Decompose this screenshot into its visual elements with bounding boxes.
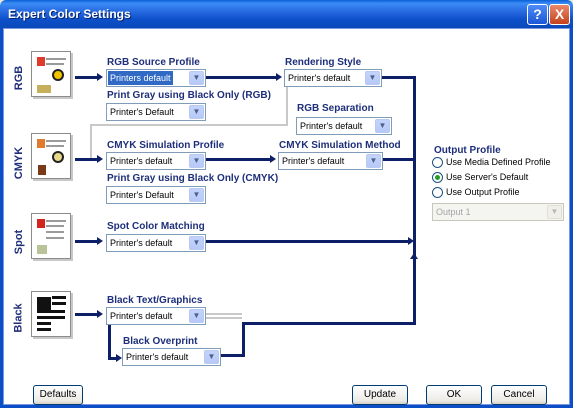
arrow-head-icon [270,155,276,163]
section-label-spot: Spot [13,229,26,255]
help-button[interactable]: ? [527,4,548,25]
rgb-source-profile-label: RGB Source Profile [107,57,200,68]
overprint-to-output-connector [242,322,414,325]
spot-to-output-connector [206,240,408,243]
cmyk-simulation-profile-value: Printer's default [110,156,173,166]
chevron-down-icon: ▼ [366,154,381,168]
cmyk-simulation-method-dropdown[interactable]: Printer's default ▼ [278,152,383,170]
cancel-button[interactable]: Cancel [491,385,547,405]
black-text-graphics-dropdown[interactable]: Printer's default ▼ [106,307,206,325]
close-button[interactable]: X [549,4,570,25]
chevron-down-icon: ▼ [189,105,204,119]
black-document-icon [31,291,71,337]
overprint-connector [108,357,116,360]
update-button[interactable]: Update [352,385,408,405]
cmyk-simulation-method-label: CMYK Simulation Method [279,140,401,151]
section-label-black: Black [13,303,26,333]
use-servers-default-radio[interactable]: Use Server's Default [432,170,528,184]
black-overprint-dropdown[interactable]: Printer's default ▼ [122,348,221,366]
chevron-down-icon: ▼ [375,119,390,133]
rgb-separation-dropdown[interactable]: Printer's default ▼ [296,117,392,135]
cmyk-gray-black-label: Print Gray using Black Only (CMYK) [107,173,279,184]
window-title: Expert Color Settings [8,7,131,21]
black-overprint-label: Black Overprint [123,336,198,347]
spot-source-connector [75,240,97,243]
cmyk-to-method-connector [206,158,270,161]
arrow-head-icon [97,73,103,81]
spot-color-matching-value: Printer's default [110,238,173,248]
defaults-button[interactable]: Defaults [33,385,83,405]
section-label-rgb: RGB [13,65,26,91]
section-label-cmyk: CMYK [13,146,26,180]
black-overprint-value: Printer's default [126,352,189,362]
black-text-inactive-connector [206,313,242,315]
spot-document-icon [31,213,71,259]
output-profile-dropdown[interactable]: Output 1 ▼ [432,203,564,221]
output-bus-connector [413,76,416,325]
rgb-separation-value: Printer's default [300,121,363,131]
rgb-document-icon [31,51,71,97]
cmyk-simulation-profile-label: CMYK Simulation Profile [107,140,225,151]
arrow-head-icon [97,237,103,245]
cmyk-simulation-method-value: Printer's default [282,156,345,166]
rgb-source-profile-value: Printers default [108,71,173,85]
use-output-profile-radio[interactable]: Use Output Profile [432,185,520,199]
cmyk-source-connector [75,158,97,161]
chevron-down-icon: ▼ [547,205,562,219]
overprint-connector [108,324,111,360]
cmyk-gray-black-dropdown[interactable]: Printer's Default ▼ [106,186,206,204]
rendering-style-dropdown[interactable]: Printer's default ▼ [284,69,382,87]
separation-link-connector [90,124,92,158]
chevron-down-icon: ▼ [189,154,204,168]
arrow-head-icon [97,155,103,163]
rgb-source-connector [75,76,97,79]
rgb-gray-black-value: Printer's Default [110,107,174,117]
chevron-down-icon: ▼ [365,71,380,85]
title-bar: Expert Color Settings ? X [0,0,573,28]
radio-button-selected-icon [432,171,443,183]
black-text-graphics-label: Black Text/Graphics [107,295,203,306]
cmyk-simulation-profile-dropdown[interactable]: Printer's default ▼ [106,152,206,170]
radio-button-icon [432,186,443,198]
cmyk-gray-black-value: Printer's Default [110,190,174,200]
chevron-down-icon: ▼ [189,309,204,323]
separation-link-connector [90,124,288,126]
use-media-defined-profile-label: Use Media Defined Profile [446,157,551,167]
radio-button-icon [432,156,443,168]
chevron-down-icon: ▼ [189,71,204,85]
use-output-profile-label: Use Output Profile [446,187,520,197]
overprint-to-output-connector [242,322,245,357]
use-servers-default-label: Use Server's Default [446,172,529,182]
separation-link-connector [286,87,288,125]
black-text-graphics-value: Printer's default [110,311,173,321]
cmyk-document-icon [31,133,71,179]
rgb-source-profile-dropdown[interactable]: Printers default ▼ [106,69,206,87]
rgb-gray-black-label: Print Gray using Black Only (RGB) [107,90,271,101]
rendering-style-label: Rendering Style [285,57,362,68]
rendering-style-value: Printer's default [288,73,351,83]
chevron-down-icon: ▼ [189,236,204,250]
spot-color-matching-dropdown[interactable]: Printer's default ▼ [106,234,206,252]
method-to-output-connector [383,158,414,161]
black-text-inactive-connector [206,317,242,319]
rendering-to-output-connector [382,76,414,79]
rgb-gray-black-dropdown[interactable]: Printer's Default ▼ [106,103,206,121]
rgb-to-rendering-connector [206,76,276,79]
use-media-defined-profile-radio[interactable]: Use Media Defined Profile [432,155,551,169]
chevron-down-icon: ▼ [204,350,219,364]
arrow-head-icon [410,253,418,259]
rgb-separation-label: RGB Separation [297,103,374,114]
black-source-connector [75,313,97,316]
chevron-down-icon: ▼ [189,188,204,202]
spot-color-matching-label: Spot Color Matching [107,221,205,232]
ok-button[interactable]: OK [426,385,482,405]
arrow-head-icon [276,73,282,81]
output-profile-value: Output 1 [436,207,471,217]
arrow-head-icon [97,310,103,318]
